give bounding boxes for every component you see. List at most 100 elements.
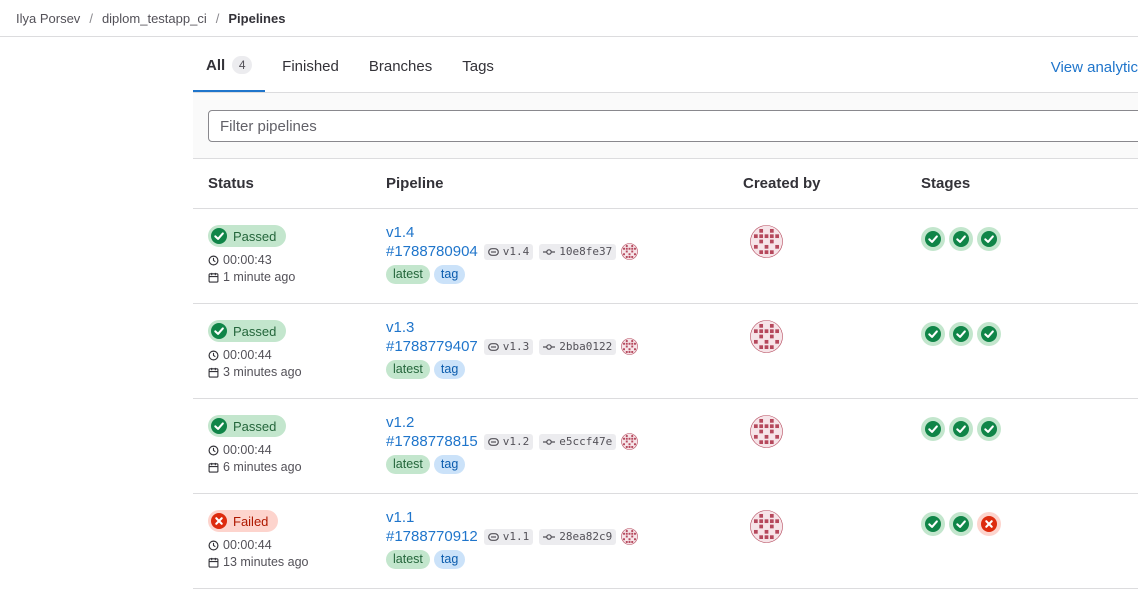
pipeline-name-link[interactable]: v1.4 <box>386 224 638 242</box>
avatar-pattern-cell <box>764 535 769 540</box>
stage-status-icon <box>921 512 945 536</box>
breadcrumb: Ilya Porsev / diplom_testapp_ci / Pipeli… <box>0 0 1138 37</box>
avatar <box>750 225 783 258</box>
commit-author-avatar[interactable] <box>621 243 639 260</box>
stage-status-icon <box>949 512 973 536</box>
avatar-pattern-cell <box>753 234 758 239</box>
stage-success-icon[interactable] <box>921 417 945 441</box>
stage-success-icon[interactable] <box>949 322 973 346</box>
avatar-pattern-cell <box>628 443 631 446</box>
avatar-pattern-cell <box>631 351 634 353</box>
commit-sha[interactable]: 28ea82c9 <box>539 528 617 545</box>
stage-success-icon[interactable] <box>977 322 1001 346</box>
avatar-pattern-cell <box>634 253 637 256</box>
column-header-created-by: Created by <box>743 175 821 192</box>
stage-success-icon[interactable] <box>949 227 973 251</box>
view-analytics-link[interactable]: View analytic <box>1051 59 1138 76</box>
tag-ref-icon <box>487 247 499 256</box>
avatar-pattern-cell <box>759 524 764 529</box>
breadcrumb-user[interactable]: Ilya Porsev <box>16 11 80 26</box>
stage-success-icon[interactable] <box>977 227 1001 251</box>
stage-icon-group <box>925 516 941 532</box>
status-success-icon <box>211 323 227 339</box>
pipeline-name-link[interactable]: v1.3 <box>386 319 638 337</box>
commit-sha-text: 2bba0122 <box>559 340 613 353</box>
status-cell: Passed 00:00:43 1 minute ago <box>208 225 295 284</box>
stage-status-icon <box>921 417 945 441</box>
stage-success-icon[interactable] <box>921 512 945 536</box>
pipeline-cell: v1.4 #1788780904 v1.4 10e8fe37 latest ta… <box>386 224 639 284</box>
avatar-pattern-cell <box>626 446 628 448</box>
avatar-pattern-cell <box>623 348 626 351</box>
duration-text: 00:00:43 <box>223 253 272 267</box>
status-badge-failed[interactable]: Failed <box>208 510 279 532</box>
status-cell: Passed 00:00:44 6 minutes ago <box>208 415 302 474</box>
avatar-pattern-cell <box>759 440 764 445</box>
avatar-pattern-cell <box>769 334 774 339</box>
stage-success-icon[interactable] <box>977 417 1001 441</box>
pipeline-id-link[interactable]: #1788779407 <box>386 338 478 355</box>
created-by-avatar[interactable] <box>750 510 783 548</box>
status-badge-passed[interactable]: Passed <box>208 415 287 437</box>
pipeline-name-link[interactable]: v1.2 <box>386 414 638 432</box>
created-by-avatar[interactable] <box>750 415 783 453</box>
tab-branches[interactable]: Branches <box>356 40 445 92</box>
commit-sha[interactable]: 10e8fe37 <box>539 243 617 260</box>
tab-finished-label: Finished <box>282 57 339 75</box>
pipeline-id-link[interactable]: #1788770912 <box>386 528 478 545</box>
stage-icon-group <box>953 421 969 437</box>
avatar-pattern-cell <box>775 244 780 249</box>
pipeline-labels: latest tag <box>386 360 638 379</box>
ref-tag[interactable]: v1.2 <box>483 433 534 450</box>
status-success-icon-circle <box>953 421 969 437</box>
duration: 00:00:44 <box>208 443 302 457</box>
avatar-pattern-cell <box>631 247 634 250</box>
created-by-avatar[interactable] <box>750 225 783 263</box>
status-success-icon-circle <box>981 326 997 342</box>
stage-failed-icon[interactable] <box>977 512 1001 536</box>
status-badge-passed[interactable]: Passed <box>208 225 287 247</box>
avatar-pattern-cell <box>753 244 758 249</box>
stage-success-icon[interactable] <box>949 512 973 536</box>
pipeline-id-link[interactable]: #1788780904 <box>386 243 478 260</box>
status-badge-passed[interactable]: Passed <box>208 320 287 342</box>
avatar-pattern-cell <box>631 245 634 247</box>
status-cell: Passed 00:00:44 3 minutes ago <box>208 320 302 379</box>
avatar <box>750 510 783 543</box>
stage-icon-group <box>925 421 941 437</box>
label-latest: latest <box>386 265 430 284</box>
avatar-pattern-cell <box>626 437 628 440</box>
commit-sha[interactable]: e5ccf47e <box>539 433 617 450</box>
commit-author-avatar[interactable] <box>621 338 639 355</box>
breadcrumb-project[interactable]: diplom_testapp_ci <box>102 11 207 26</box>
filter-pipelines-input[interactable] <box>208 110 1138 142</box>
avatar-pattern-cell <box>631 250 634 253</box>
status-label: Failed <box>233 513 269 529</box>
ref-tag[interactable]: v1.3 <box>483 338 534 355</box>
stage-success-icon[interactable] <box>921 322 945 346</box>
commit-author-avatar[interactable] <box>621 433 639 450</box>
stage-success-icon[interactable] <box>949 417 973 441</box>
commit-author-avatar[interactable] <box>621 528 639 545</box>
created-by-avatar[interactable] <box>750 320 783 358</box>
pipelines-table-body: Passed 00:00:43 1 minute ago v1.4 #17887… <box>193 209 1138 589</box>
breadcrumb-current-page[interactable]: Pipelines <box>228 11 285 26</box>
stage-icon-group <box>925 326 941 342</box>
pipeline-name-link[interactable]: v1.1 <box>386 509 638 527</box>
tab-tags[interactable]: Tags <box>449 40 507 92</box>
avatar-pattern-cell <box>759 323 764 328</box>
avatar-pattern-cell <box>623 437 626 440</box>
tab-finished[interactable]: Finished <box>269 40 352 92</box>
status-success-icon-circle <box>981 231 997 247</box>
status-failed-icon <box>211 513 227 529</box>
pipeline-id-link[interactable]: #1788778815 <box>386 433 478 450</box>
stage-success-icon[interactable] <box>921 227 945 251</box>
commit-sha-text: 28ea82c9 <box>559 530 613 543</box>
ref-tag[interactable]: v1.1 <box>483 528 534 545</box>
ref-tag[interactable]: v1.4 <box>483 243 534 260</box>
commit-sha[interactable]: 2bba0122 <box>539 338 617 355</box>
tab-all[interactable]: All 4 <box>193 40 266 92</box>
avatar-pattern-cell <box>775 529 780 534</box>
avatar-pattern-cell <box>628 256 631 258</box>
avatar-pattern-cell <box>634 247 637 250</box>
